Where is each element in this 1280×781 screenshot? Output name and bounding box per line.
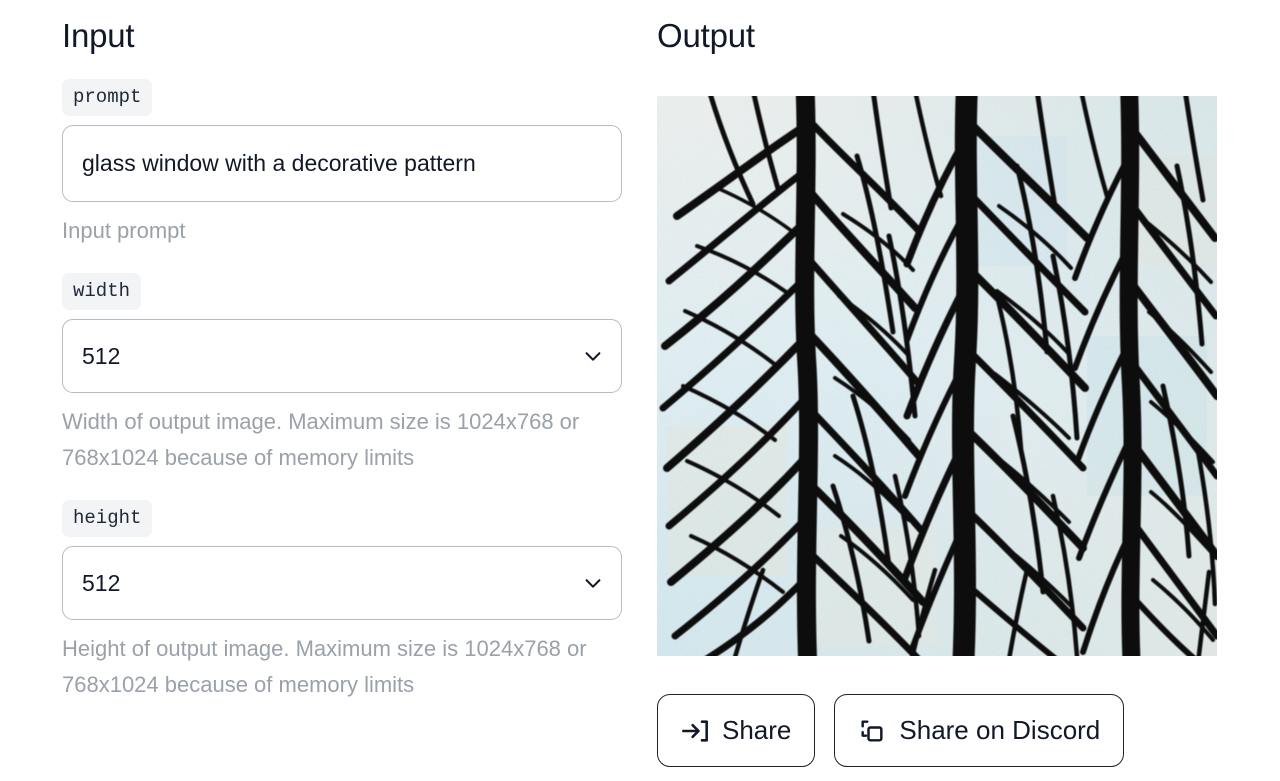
chevron-down-icon[interactable] [582, 345, 604, 367]
height-select-value: 512 [82, 569, 121, 596]
share-arrow-icon [681, 717, 709, 745]
prompt-input-value: glass window with a decorative pattern [82, 150, 476, 176]
width-help-text: Width of output image. Maximum size is 1… [62, 409, 580, 470]
width-label-chip: width [62, 273, 142, 310]
field-prompt: prompt glass window with a decorative pa… [62, 79, 622, 249]
chevron-down-icon[interactable] [582, 572, 604, 594]
input-heading: Input [62, 17, 135, 54]
share-button[interactable]: Share [657, 694, 816, 767]
field-width: width 512 Width of output image. Maximum… [62, 273, 622, 476]
height-help-text: Height of output image. Maximum size is … [62, 636, 587, 697]
prompt-label-chip: prompt [62, 79, 153, 116]
share-on-discord-button[interactable]: Share on Discord [834, 694, 1125, 767]
height-select[interactable]: 512 [62, 546, 622, 620]
field-height: height 512 Height of output image. Maxim… [62, 500, 622, 703]
app-root: Input prompt glass window with a decorat… [0, 0, 1280, 781]
output-column: Output [657, 0, 1217, 58]
share-button-label: Share [722, 715, 792, 745]
share-on-discord-label: Share on Discord [899, 715, 1101, 745]
height-label-chip: height [62, 500, 153, 537]
share-button-row: Share Share on Discord [657, 694, 1125, 767]
output-image[interactable] [657, 96, 1217, 656]
prompt-input[interactable]: glass window with a decorative pattern [62, 125, 622, 202]
copy-icon [858, 717, 886, 745]
output-heading: Output [657, 17, 755, 54]
width-select-value: 512 [82, 342, 121, 369]
input-column: Input prompt glass window with a decorat… [62, 0, 622, 703]
width-select[interactable]: 512 [62, 319, 622, 393]
prompt-help-text: Input prompt [62, 218, 186, 243]
